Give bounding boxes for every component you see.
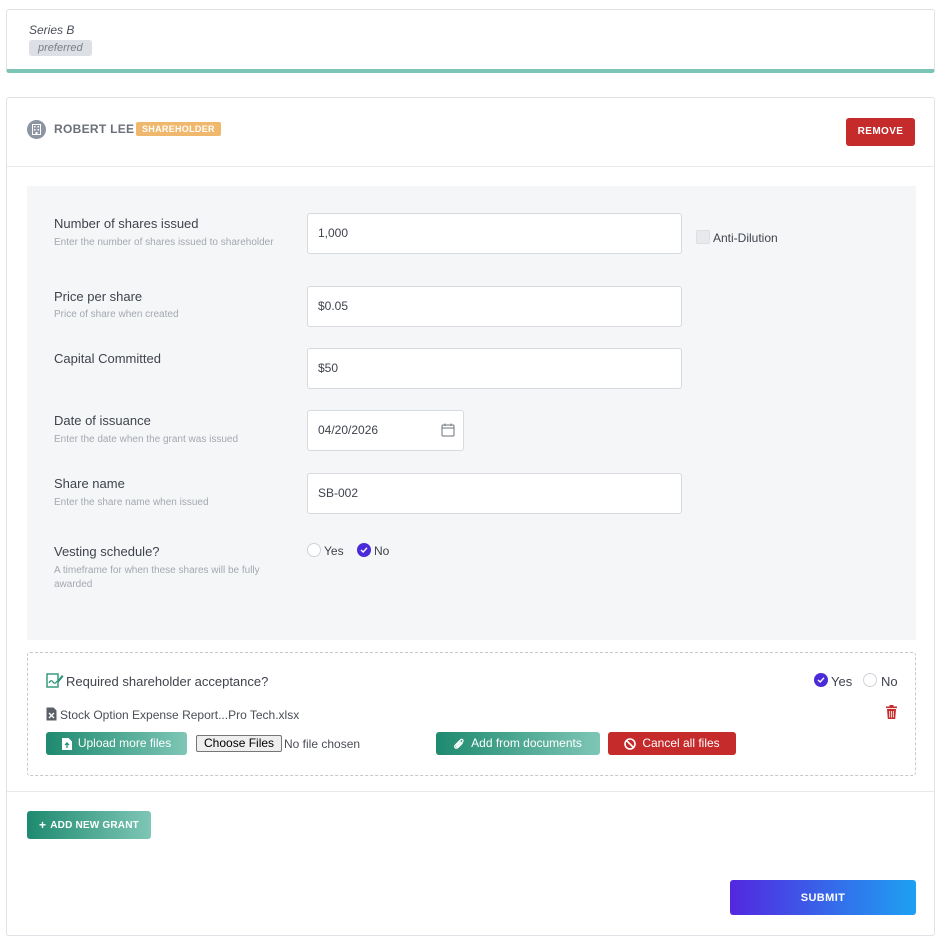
upload-more-files-button[interactable]: Upload more files <box>46 732 187 755</box>
anti-dilution-label: Anti-Dilution <box>713 231 778 245</box>
cancel-all-files-button[interactable]: Cancel all files <box>608 732 736 755</box>
cancel-all-files-label: Cancel all files <box>642 736 720 750</box>
series-card: Series B preferred <box>6 9 935 73</box>
series-type-badge: preferred <box>29 40 92 56</box>
series-name: Series B <box>29 23 75 37</box>
acceptance-yes-radio[interactable] <box>814 673 828 687</box>
anti-dilution-checkbox[interactable] <box>696 230 710 244</box>
file-upload-icon <box>61 737 72 750</box>
ban-icon <box>624 737 637 750</box>
date-of-issuance-help: Enter the date when the grant was issued <box>54 434 239 445</box>
acceptance-no-radio[interactable] <box>863 673 877 687</box>
acceptance-label: Required shareholder acceptance? <box>66 674 269 689</box>
price-per-share-input[interactable]: $0.05 <box>307 286 682 327</box>
share-name-help: Enter the share name when issued <box>54 497 209 508</box>
shares-issued-input[interactable]: 1,000 <box>307 213 682 254</box>
vesting-yes-label: Yes <box>324 544 344 558</box>
trash-icon[interactable] <box>885 705 898 719</box>
building-icon <box>27 120 46 139</box>
price-per-share-label: Price per share <box>54 289 143 304</box>
add-new-grant-label: ADD NEW GRANT <box>50 819 139 831</box>
role-badge: SHAREHOLDER <box>136 122 221 136</box>
attached-file-name[interactable]: Stock Option Expense Report...Pro Tech.x… <box>60 708 299 722</box>
vesting-no-label: No <box>374 544 390 558</box>
date-of-issuance-label: Date of issuance <box>54 413 151 428</box>
capital-committed-input[interactable]: $50 <box>307 348 682 389</box>
add-from-documents-button[interactable]: Add from documents <box>436 732 600 755</box>
grant-form-panel: Number of shares issued Enter the number… <box>27 186 916 640</box>
date-value: 04/20/2026 <box>318 423 379 437</box>
share-name-label: Share name <box>54 476 125 491</box>
no-file-chosen-text: No file chosen <box>284 737 361 751</box>
add-new-grant-button[interactable]: + ADD NEW GRANT <box>27 811 151 839</box>
excel-file-icon <box>46 707 57 721</box>
shares-issued-help: Enter the number of shares issued to sha… <box>54 237 274 248</box>
shares-issued-label: Number of shares issued <box>54 216 199 231</box>
vesting-no-radio[interactable] <box>357 543 371 557</box>
upload-more-files-label: Upload more files <box>77 736 172 750</box>
plus-icon: + <box>39 818 47 832</box>
shareholder-card: ROBERT LEE SHAREHOLDER REMOVE Number of … <box>6 97 935 936</box>
acceptance-upload-area: Required shareholder acceptance? Yes No … <box>27 652 916 776</box>
signature-icon <box>46 673 64 688</box>
remove-button[interactable]: REMOVE <box>846 118 915 146</box>
paperclip-icon <box>454 738 464 749</box>
acceptance-no-label: No <box>881 674 898 689</box>
vesting-yes-radio[interactable] <box>307 543 321 557</box>
check-icon <box>360 547 368 553</box>
date-of-issuance-input[interactable]: 04/20/2026 <box>307 410 464 451</box>
acceptance-yes-label: Yes <box>831 674 853 689</box>
vesting-schedule-label: Vesting schedule? <box>54 544 160 559</box>
section-divider <box>7 791 934 792</box>
calendar-icon[interactable] <box>441 423 455 437</box>
vesting-schedule-help: A timeframe for when these shares will b… <box>54 565 260 590</box>
capital-committed-label: Capital Committed <box>54 351 161 366</box>
check-icon <box>817 677 825 683</box>
price-per-share-help: Price of share when created <box>54 309 179 320</box>
choose-files-button[interactable]: Choose Files <box>196 735 283 752</box>
submit-button[interactable]: SUBMIT <box>730 880 916 915</box>
add-from-documents-label: Add from documents <box>471 736 582 750</box>
shareholder-header: ROBERT LEE SHAREHOLDER REMOVE <box>7 98 934 167</box>
shareholder-name: ROBERT LEE <box>54 122 135 136</box>
share-name-input[interactable]: SB-002 <box>307 473 682 514</box>
